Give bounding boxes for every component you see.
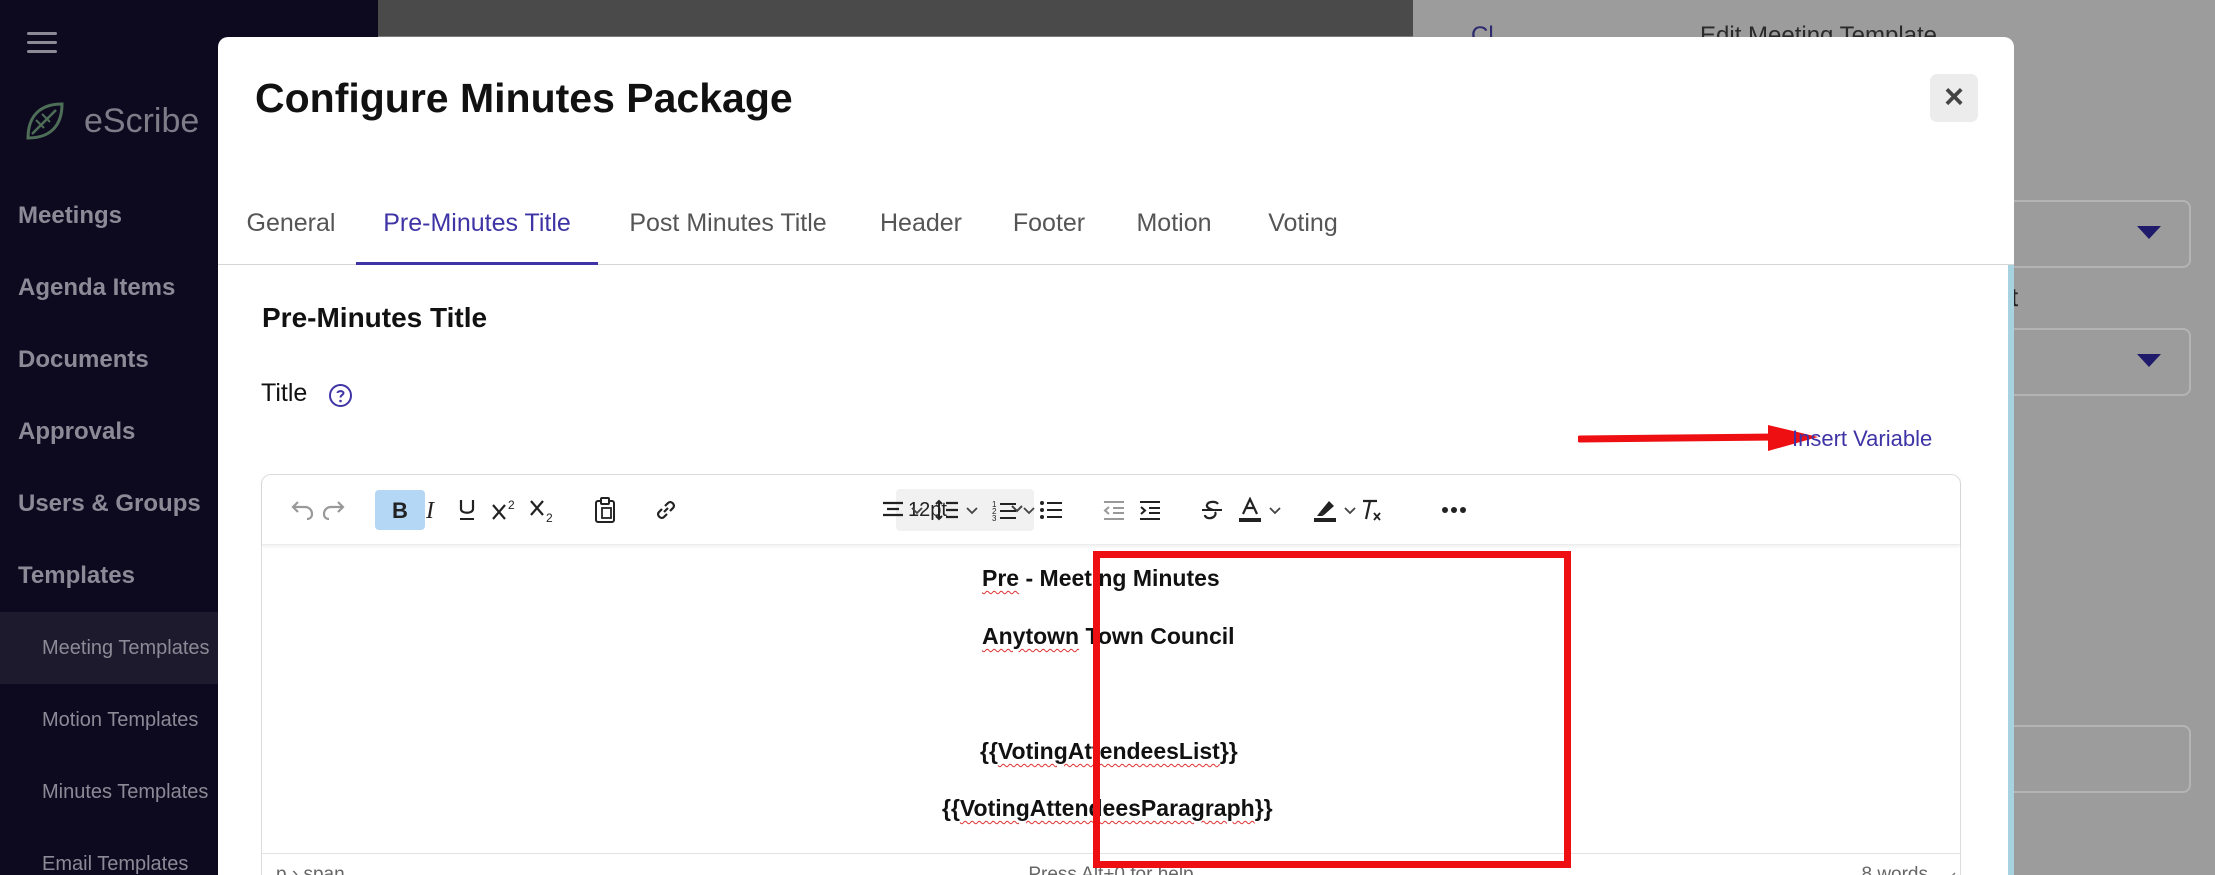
hamburger-menu-icon[interactable] (27, 32, 57, 54)
paste-icon[interactable] (588, 490, 622, 530)
main-content-backdrop (378, 0, 1413, 36)
clear-formatting-icon[interactable] (1355, 490, 1389, 530)
configure-minutes-modal: Configure Minutes Package × General Pre-… (218, 37, 2014, 875)
line-height-icon[interactable] (931, 490, 981, 530)
tab-post-minutes-title[interactable]: Post Minutes Title (622, 207, 834, 265)
tab-motion[interactable]: Motion (1132, 207, 1216, 265)
svg-text:2: 2 (546, 511, 553, 523)
svg-text:3: 3 (992, 514, 997, 522)
svg-text:I: I (425, 498, 435, 522)
scrollbar[interactable] (2008, 265, 2014, 875)
panel-back-link[interactable]: Cl (1471, 22, 1511, 38)
tab-header[interactable]: Header (879, 207, 963, 265)
leaf-logo-icon (26, 102, 64, 140)
outdent-icon[interactable] (1097, 490, 1131, 530)
help-circle-icon[interactable] (328, 383, 353, 408)
undo-icon[interactable] (286, 490, 320, 530)
underline-icon[interactable] (450, 490, 484, 530)
indent-icon[interactable] (1133, 490, 1167, 530)
panel-title: Edit Meeting Template (1700, 22, 1938, 38)
tab-general[interactable]: General (245, 207, 337, 265)
svg-text:B: B (392, 498, 408, 522)
subscript-icon[interactable]: 2 (524, 490, 562, 530)
editor-toolbar: B I 2 2 12pt 1 2 3 (262, 475, 1960, 545)
word-count[interactable]: 8 words (1861, 864, 1928, 875)
redo-icon[interactable] (316, 490, 350, 530)
caret-down-icon (2137, 354, 2161, 367)
strikethrough-icon[interactable] (1195, 490, 1229, 530)
link-icon[interactable] (649, 490, 683, 530)
italic-icon[interactable]: I (415, 490, 449, 530)
more-options-icon[interactable] (1434, 490, 1474, 530)
tab-pre-minutes-title[interactable]: Pre-Minutes Title (356, 207, 598, 265)
text-color-icon[interactable] (1230, 490, 1288, 530)
insert-variable-link[interactable]: Insert Variable (1792, 426, 1932, 452)
red-arrow-annotation (1578, 425, 1818, 451)
brand-logo[interactable]: eScribe (22, 98, 199, 144)
tab-voting[interactable]: Voting (1264, 207, 1342, 265)
resize-handle-icon[interactable] (1942, 870, 1956, 875)
red-box-annotation (1093, 551, 1571, 868)
tab-bar: General Pre-Minutes Title Post Minutes T… (218, 207, 2014, 265)
bullet-list-icon[interactable] (1034, 490, 1068, 530)
tab-footer[interactable]: Footer (1011, 207, 1087, 265)
caret-down-icon (2137, 226, 2161, 239)
title-field-label: Title (261, 379, 308, 407)
section-title: Pre-Minutes Title (262, 302, 488, 333)
superscript-icon[interactable]: 2 (486, 490, 524, 530)
close-button[interactable]: × (1930, 74, 1978, 122)
align-center-icon[interactable] (880, 490, 924, 530)
modal-title: Configure Minutes Package (255, 75, 793, 121)
brand-name: eScribe (84, 101, 200, 140)
svg-text:2: 2 (508, 498, 515, 512)
numbered-list-icon[interactable]: 123 (987, 490, 1039, 530)
